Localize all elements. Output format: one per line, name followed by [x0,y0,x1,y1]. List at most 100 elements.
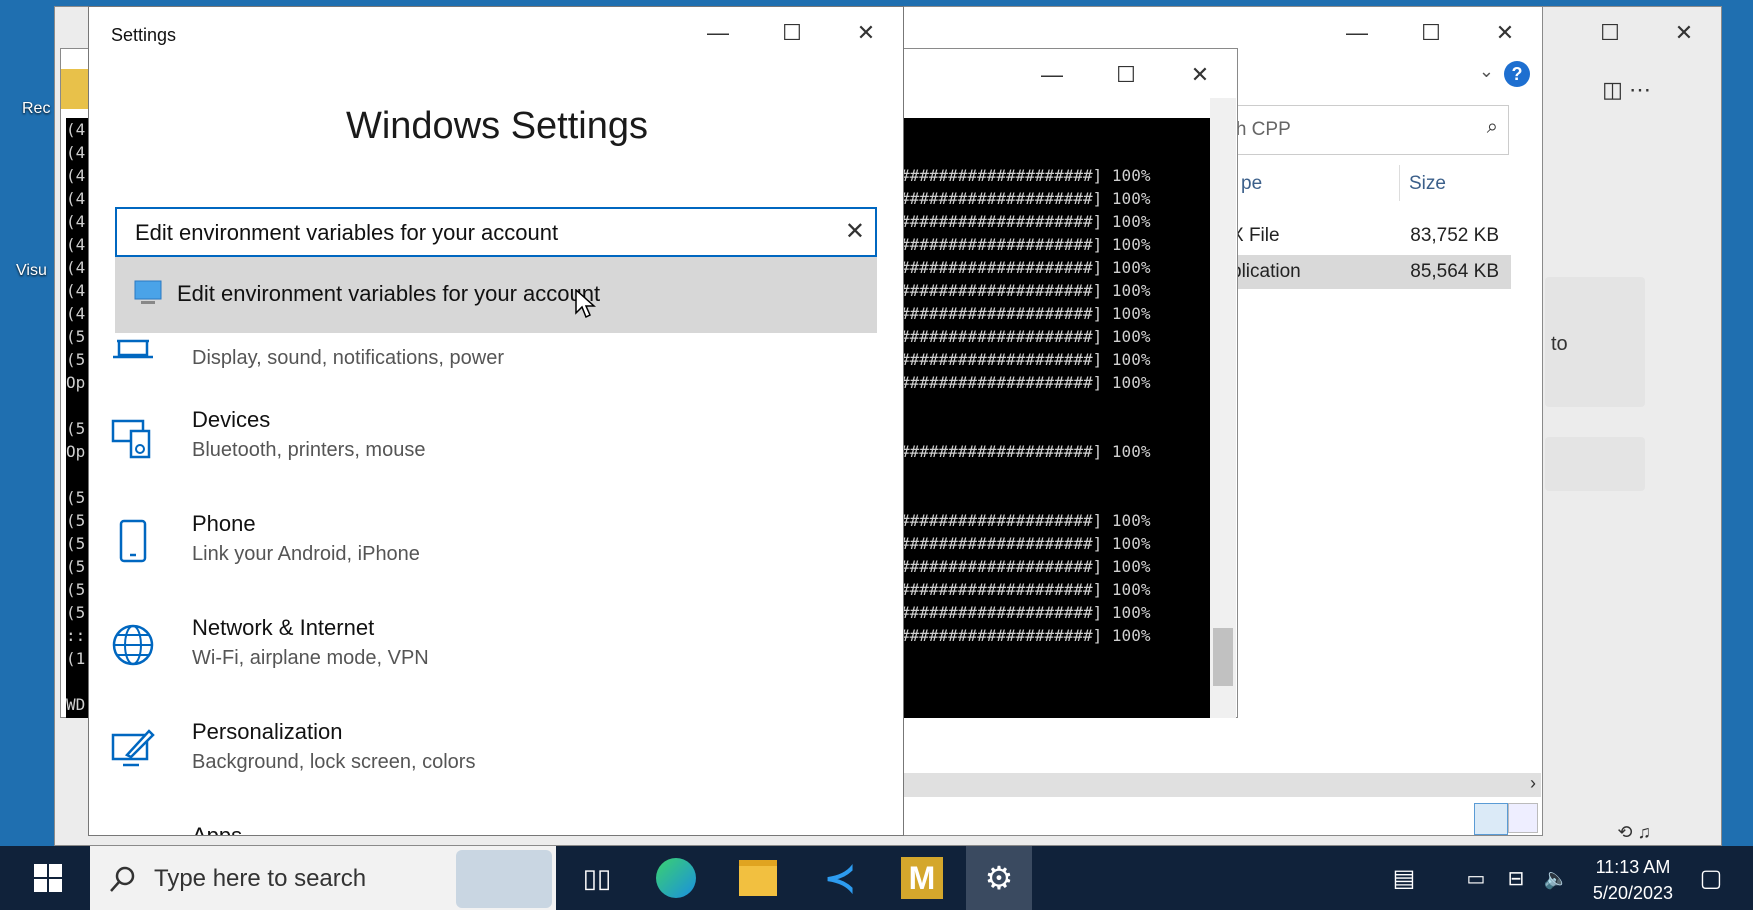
taskbar: Type here to search ▯▯ ≺ M ⚙ ▤ ▭ ⊟ 🔈 11:… [0,846,1753,910]
column-type[interactable]: pe [1241,173,1262,195]
large-icons-view-icon[interactable] [1508,803,1538,833]
terminal-line: ####################] 100% [900,580,1151,599]
layout-icon[interactable]: ◫ ⋯ [1602,77,1651,103]
settings-window[interactable]: Settings — ☐ ✕ Windows Settings Display,… [88,6,904,836]
terminal-line: ####################] 100% [900,511,1151,530]
page-title: Windows Settings [345,105,648,147]
terminal-scrollbar[interactable] [1210,98,1236,718]
horizontal-scrollbar[interactable] [901,773,1541,797]
phone-icon [119,519,147,563]
taskbar-search-placeholder: Type here to search [154,865,367,892]
scrollbar-thumb[interactable] [1213,628,1233,686]
personalization-icon [111,729,155,767]
app-m-icon[interactable]: M [886,846,958,910]
explorer-close-icon[interactable]: ✕ [1468,7,1542,59]
column-size[interactable]: Size [1409,173,1446,195]
terminal-line: ####################] 100% [900,304,1151,323]
desktop-icon-vs-label[interactable]: Visu [16,262,47,280]
terminal-line: ####################] 100% [900,626,1151,645]
row-type: plication [1231,261,1301,282]
terminal-line: ####################] 100% [900,557,1151,576]
notification-center-icon[interactable]: ▢ [1686,846,1736,910]
clock-date: 5/20/2023 [1592,883,1673,903]
category-desc: Link your Android, iPhone [192,543,420,565]
explorer-minimize-icon[interactable]: — [1320,7,1394,59]
category-name: Phone [192,511,256,536]
terminal-line: ####################] 100% [900,350,1151,369]
volume-icon[interactable]: 🔈 [1536,846,1576,910]
file-explorer-icon[interactable] [722,846,794,910]
terminal-maximize-icon[interactable]: ☐ [1089,49,1163,101]
terminal-line: ####################] 100% [900,212,1151,231]
terminal-line: ####################] 100% [900,189,1151,208]
apps-icon [109,829,157,836]
terminal-line: ####################] 100% [900,166,1151,185]
maximize-icon[interactable]: ☐ [755,7,829,59]
table-row[interactable]: plication 85,564 KB [1231,255,1511,289]
category-personalization[interactable]: Personalization Background, lock screen,… [109,719,869,809]
search-icon: ⌕ [1486,116,1498,138]
search-highlight-image [456,850,552,908]
close-icon[interactable]: ✕ [829,7,903,59]
devices-icon [111,419,151,459]
battery-icon[interactable]: ▭ [1456,846,1496,910]
help-icon[interactable]: ? [1504,61,1530,87]
scroll-right-icon[interactable]: › [1530,773,1536,794]
start-button[interactable] [8,846,88,910]
minimize-icon[interactable]: — [681,7,755,59]
column-divider [1399,165,1400,201]
edge-icon[interactable] [640,846,712,910]
category-name: Devices [192,407,271,432]
mouse-cursor-icon [575,289,596,319]
terminal-line: ####################] 100% [900,281,1151,300]
search-field[interactable] [133,209,817,257]
row-type: X File [1231,225,1280,246]
category-desc: Background, lock screen, colors [192,751,476,773]
category-network[interactable]: Network & Internet Wi-Fi, airplane mode,… [109,615,869,705]
category-desc: Display, sound, notifications, power [192,347,505,369]
taskbar-search-input[interactable]: Type here to search [90,846,556,910]
desktop-icon-recycle-label[interactable]: Rec [22,100,50,118]
terminal-line: ####################] 100% [900,235,1151,254]
explorer-maximize-icon[interactable]: ☐ [1394,7,1468,59]
category-apps[interactable]: Apps [109,823,869,836]
category-desc: Wi-Fi, airplane mode, VPN [192,647,429,669]
terminal-line: ####################] 100% [900,373,1151,392]
row-size: 83,752 KB [1410,225,1499,246]
search-icon [110,866,135,892]
task-view-icon[interactable]: ▯▯ [566,846,628,910]
monitor-icon [134,280,162,304]
bg-close-icon[interactable]: ✕ [1647,7,1721,59]
vscode-icon[interactable]: ≺ [804,846,876,910]
side-text: to [1551,333,1568,355]
bg-maximize-icon[interactable]: ☐ [1573,7,1647,59]
windows-logo-icon [34,864,62,892]
terminal-close-icon[interactable]: ✕ [1163,49,1237,101]
settings-search-input[interactable]: ✕ [115,207,877,257]
clock-time: 11:13 AM [1595,857,1671,877]
category-devices[interactable]: Devices Bluetooth, printers, mouse [109,407,869,497]
category-phone[interactable]: Phone Link your Android, iPhone [109,511,869,601]
notification-icons[interactable]: ⟲ ♫ [1617,822,1651,843]
row-size: 85,564 KB [1410,261,1499,282]
terminal-line: ####################] 100% [900,603,1151,622]
network-icon[interactable]: ⊟ [1496,846,1536,910]
news-icon[interactable]: ▤ [1376,846,1432,910]
table-row[interactable]: X File 83,752 KB [1231,221,1511,251]
terminal-line: ####################] 100% [900,534,1151,553]
suggestion-label: Edit environment variables for your acco… [177,281,601,306]
search-suggestion[interactable]: Edit environment variables for your acco… [115,257,877,333]
category-name: Apps [192,823,243,836]
clock[interactable]: 11:13 AM 5/20/2023 [1593,854,1673,906]
terminal-minimize-icon[interactable]: — [1015,49,1089,101]
explorer-search-input[interactable]: rch CPP ⌕ [1211,105,1509,155]
clear-icon[interactable]: ✕ [845,217,865,246]
settings-gear-icon[interactable]: ⚙ [966,846,1032,910]
panel-card-2 [1545,437,1645,491]
details-view-icon[interactable] [1474,803,1508,835]
chevron-down-icon[interactable]: ⌄ [1479,61,1494,82]
